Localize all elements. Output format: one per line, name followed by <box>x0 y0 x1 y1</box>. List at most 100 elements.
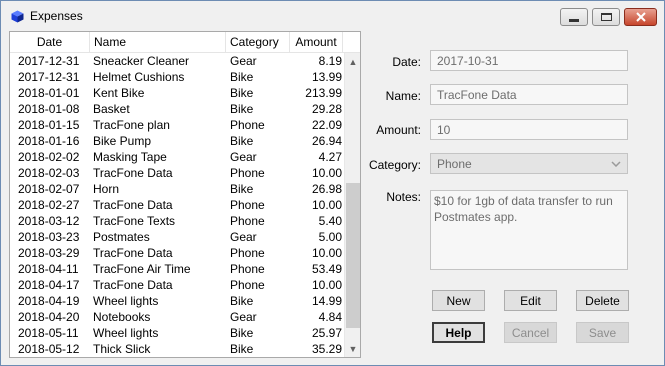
table-row[interactable]: 2018-04-17 TracFone Data Phone 10.00 <box>10 277 344 293</box>
row-date: 2018-05-11 <box>18 326 79 340</box>
row-amount: 26.94 <box>311 134 342 148</box>
maximize-icon <box>600 13 612 21</box>
save-button[interactable]: Save <box>576 322 629 343</box>
row-amount: 53.49 <box>311 262 342 276</box>
table-row[interactable]: 2017-12-31 Helmet Cushions Bike 13.99 <box>10 69 344 85</box>
help-button[interactable]: Help <box>432 322 485 343</box>
row-amount: 10.00 <box>311 198 342 212</box>
row-name: Basket <box>93 102 130 116</box>
table-row[interactable]: 2018-02-07 Horn Bike 26.98 <box>10 181 344 197</box>
row-name: Bike Pump <box>93 134 152 148</box>
table-row[interactable]: 2018-03-12 TracFone Texts Phone 5.40 <box>10 213 344 229</box>
row-date: 2018-04-11 <box>18 262 79 276</box>
row-amount: 4.27 <box>318 150 342 164</box>
row-name: Wheel lights <box>93 294 159 308</box>
row-category: Phone <box>230 166 265 180</box>
close-button[interactable] <box>624 8 657 26</box>
table-row[interactable]: 2018-03-29 TracFone Data Phone 10.00 <box>10 245 344 261</box>
expenses-list[interactable]: Date Name Category Amount 2017-12-31 Snea… <box>9 31 361 358</box>
category-label: Category: <box>368 158 421 172</box>
amount-label: Amount: <box>376 123 421 137</box>
row-amount: 35.29 <box>311 342 342 356</box>
row-amount: 13.99 <box>311 70 342 84</box>
row-date: 2018-03-12 <box>18 214 80 228</box>
table-row[interactable]: 2018-01-16 Bike Pump Bike 26.94 <box>10 133 344 149</box>
row-category: Phone <box>230 246 265 260</box>
table-row[interactable]: 2018-04-20 Notebooks Gear 4.84 <box>10 309 344 325</box>
row-amount: 14.99 <box>311 294 342 308</box>
row-amount: 213.99 <box>305 86 342 100</box>
row-name: Postmates <box>93 230 150 244</box>
table-row[interactable]: 2018-02-02 Masking Tape Gear 4.27 <box>10 149 344 165</box>
row-name: TracFone plan <box>93 118 170 132</box>
row-category: Bike <box>230 294 254 308</box>
row-date: 2018-04-19 <box>18 294 80 308</box>
table-row[interactable]: 2018-05-12 Thick Slick Bike 35.29 <box>10 341 344 357</box>
row-amount: 5.40 <box>318 214 342 228</box>
category-select[interactable]: Phone <box>430 153 628 174</box>
column-header-category[interactable]: Category <box>226 32 290 52</box>
row-category: Bike <box>230 102 254 116</box>
row-name: TracFone Texts <box>93 214 176 228</box>
row-category: Gear <box>230 150 257 164</box>
name-field[interactable] <box>430 84 628 105</box>
table-row[interactable]: 2018-02-27 TracFone Data Phone 10.00 <box>10 197 344 213</box>
app-cube-icon <box>11 10 24 23</box>
notes-field[interactable]: $10 for 1gb of data transfer to run Post… <box>430 190 628 270</box>
maximize-button[interactable] <box>592 8 620 26</box>
delete-button[interactable]: Delete <box>576 290 629 311</box>
row-category: Bike <box>230 134 254 148</box>
title-bar[interactable]: Expenses <box>1 1 664 29</box>
row-date: 2018-05-12 <box>18 342 80 356</box>
table-row[interactable]: 2018-02-03 TracFone Data Phone 10.00 <box>10 165 344 181</box>
expense-details-form: Date: Name: Amount: Category: Phone Note… <box>361 31 664 361</box>
row-name: TracFone Data <box>93 246 173 260</box>
table-row[interactable]: 2018-01-08 Basket Bike 29.28 <box>10 101 344 117</box>
row-amount: 26.98 <box>311 182 342 196</box>
row-category: Phone <box>230 262 265 276</box>
column-header-name[interactable]: Name <box>90 32 226 52</box>
row-date: 2017-12-31 <box>18 54 80 68</box>
row-date: 2018-01-08 <box>18 102 80 116</box>
row-name: Kent Bike <box>93 86 145 100</box>
minimize-button[interactable] <box>560 8 588 26</box>
table-row[interactable]: 2018-03-23 Postmates Gear 5.00 <box>10 229 344 245</box>
new-button[interactable]: New <box>432 290 485 311</box>
row-name: Masking Tape <box>93 150 167 164</box>
list-rows: 2017-12-31 Sneacker Cleaner Gear 8.19 2017-1… <box>10 53 344 357</box>
row-name: Wheel lights <box>93 326 159 340</box>
close-icon <box>635 12 646 22</box>
row-name: TracFone Air Time <box>93 262 191 276</box>
edit-button[interactable]: Edit <box>504 290 557 311</box>
row-amount: 10.00 <box>311 166 342 180</box>
date-field[interactable] <box>430 50 628 71</box>
vertical-scrollbar[interactable]: ▲ ▼ <box>344 53 360 357</box>
amount-field[interactable] <box>430 119 628 140</box>
scrollbar-thumb[interactable] <box>346 183 360 328</box>
cancel-button[interactable]: Cancel <box>504 322 557 343</box>
table-row[interactable]: 2017-12-31 Sneacker Cleaner Gear 8.19 <box>10 53 344 69</box>
table-row[interactable]: 2018-01-15 TracFone plan Phone 22.09 <box>10 117 344 133</box>
column-header-amount[interactable]: Amount <box>290 32 343 52</box>
row-category: Gear <box>230 310 257 324</box>
row-category: Phone <box>230 278 265 292</box>
row-date: 2018-04-17 <box>18 278 80 292</box>
row-category: Phone <box>230 214 265 228</box>
row-amount: 22.09 <box>311 118 342 132</box>
notes-label: Notes: <box>386 190 421 204</box>
row-date: 2018-01-16 <box>18 134 80 148</box>
table-row[interactable]: 2018-01-01 Kent Bike Bike 213.99 <box>10 85 344 101</box>
table-row[interactable]: 2018-04-19 Wheel lights Bike 14.99 <box>10 293 344 309</box>
table-row[interactable]: 2018-04-11 TracFone Air Time Phone 53.49 <box>10 261 344 277</box>
table-row[interactable]: 2018-05-11 Wheel lights Bike 25.97 <box>10 325 344 341</box>
row-category: Bike <box>230 70 254 84</box>
scroll-up-icon[interactable]: ▲ <box>345 53 361 70</box>
row-date: 2018-04-20 <box>18 310 80 324</box>
row-amount: 10.00 <box>311 246 342 260</box>
scroll-down-icon[interactable]: ▼ <box>345 340 361 357</box>
row-name: TracFone Data <box>93 278 173 292</box>
date-label: Date: <box>392 55 421 69</box>
row-category: Gear <box>230 54 257 68</box>
column-header-date[interactable]: Date <box>10 32 90 52</box>
row-date: 2018-02-27 <box>18 198 80 212</box>
